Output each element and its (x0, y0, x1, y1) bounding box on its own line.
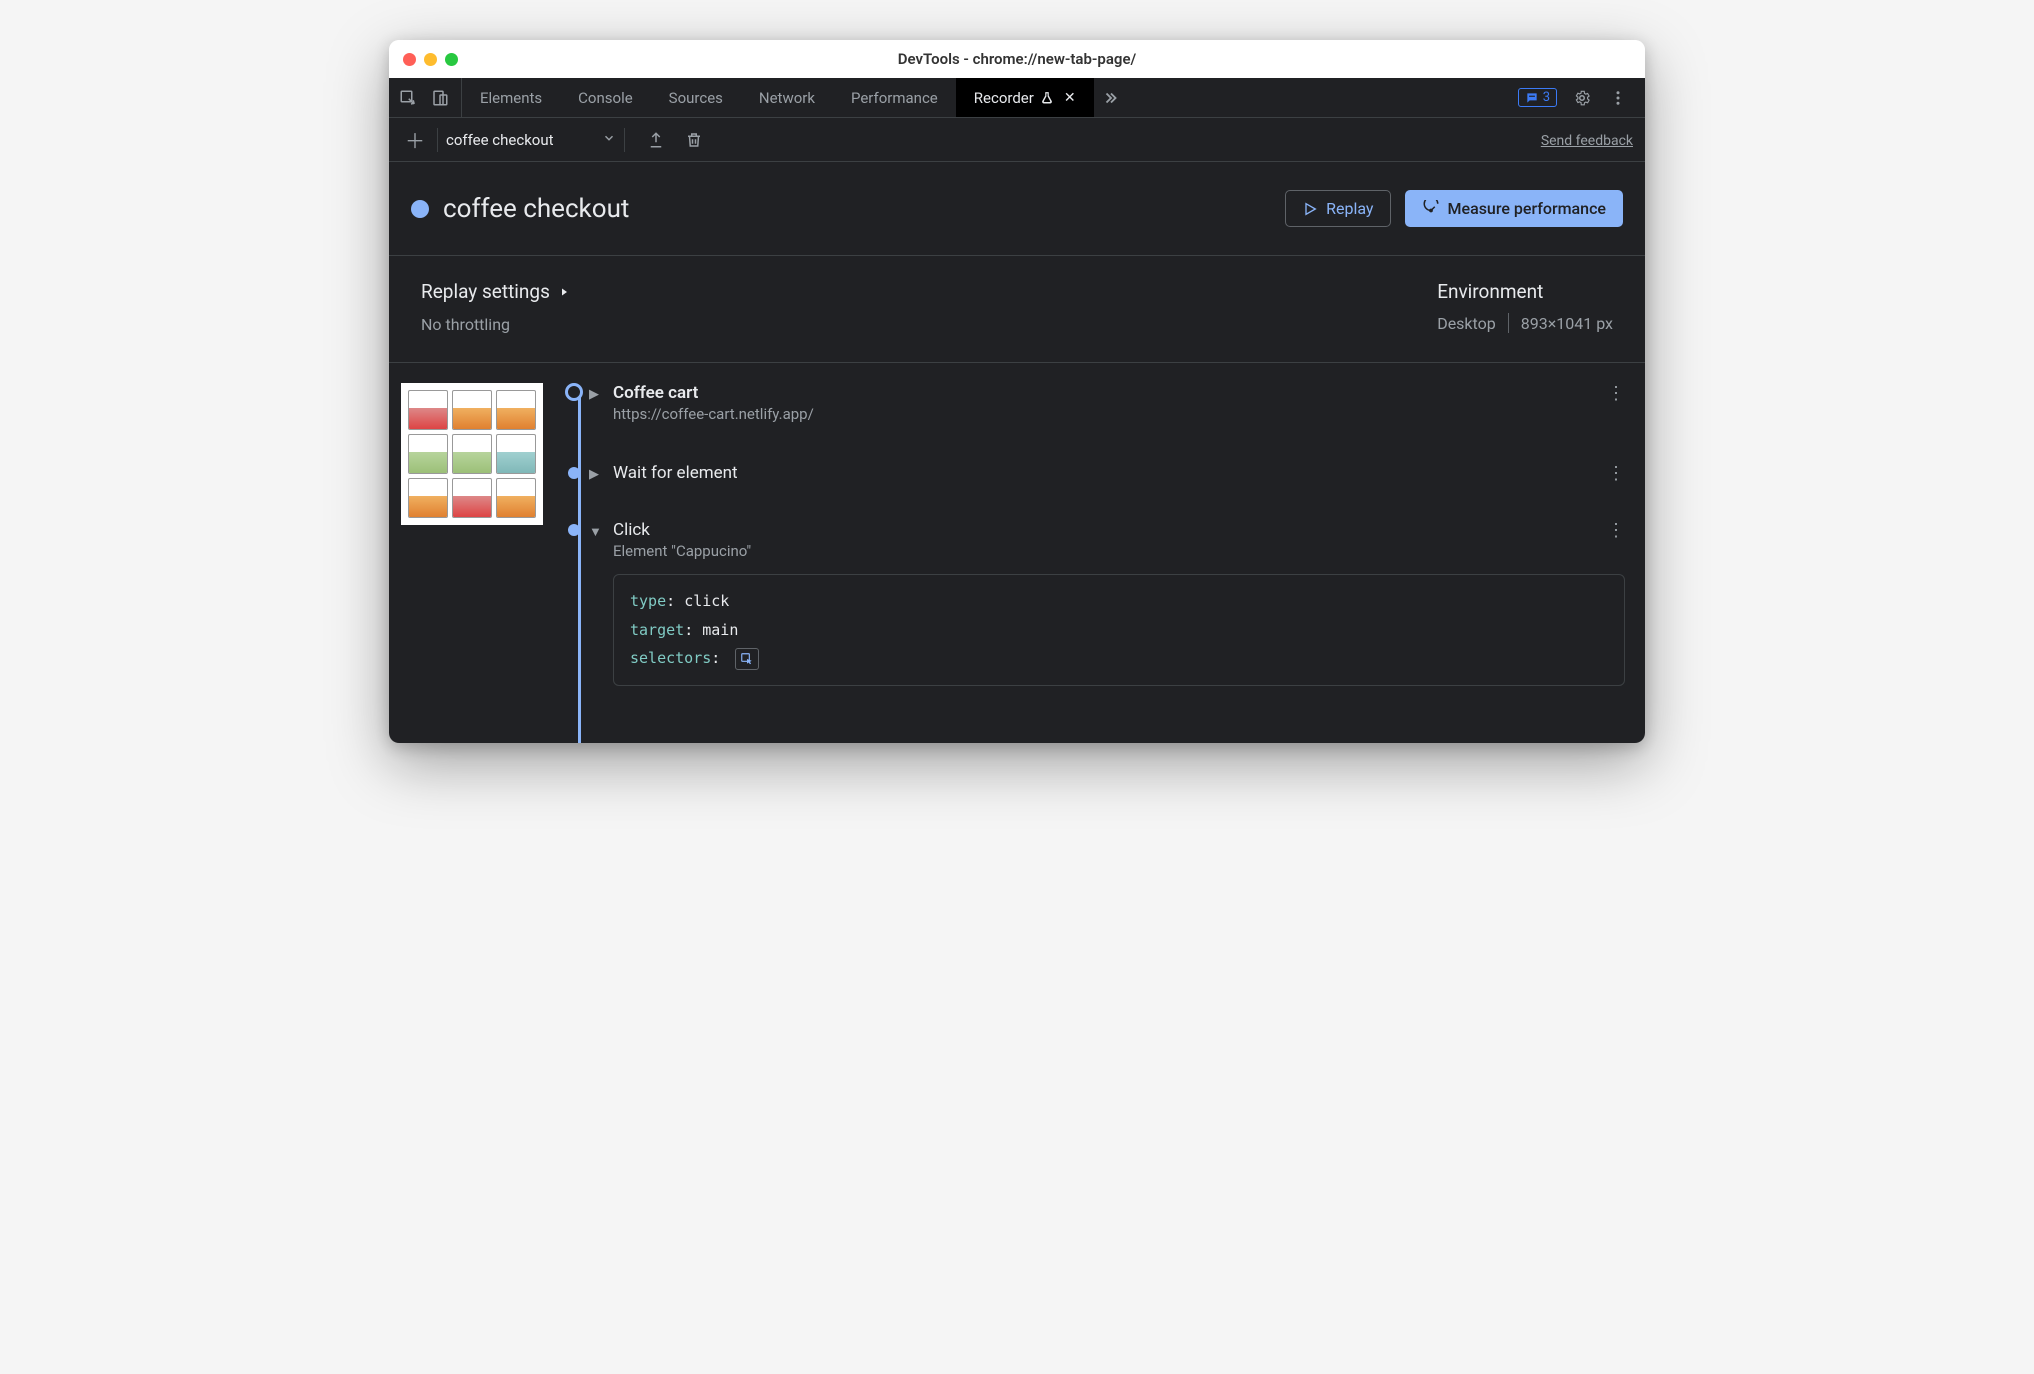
replay-settings: Replay settings No throttling (421, 280, 1437, 334)
toolbar-icons (645, 129, 705, 151)
measure-performance-button[interactable]: Measure performance (1405, 190, 1624, 227)
issues-count: 3 (1543, 90, 1550, 105)
environment-label: Environment (1437, 280, 1613, 303)
recording-select[interactable]: coffee checkout (446, 131, 616, 149)
step-more-icon[interactable]: ⋮ (1607, 520, 1625, 541)
inspect-element-icon[interactable] (397, 87, 419, 109)
code-value: main (702, 621, 738, 639)
step-title: Wait for element (613, 463, 738, 483)
replay-button[interactable]: Replay (1285, 190, 1390, 227)
step-title: Click (613, 520, 751, 540)
step-detail: Element "Cappucino" (613, 542, 751, 560)
chevron-down-icon (602, 131, 616, 149)
tabbar: Elements Console Sources Network Perform… (389, 78, 1645, 118)
expand-caret-icon[interactable]: ▶ (589, 387, 603, 402)
gauge-icon (1422, 200, 1440, 218)
delete-icon[interactable] (683, 129, 705, 151)
steps-area: ▶ Coffee cart https://coffee-cart.netlif… (389, 363, 1645, 743)
tab-console[interactable]: Console (560, 78, 651, 117)
replay-settings-header[interactable]: Replay settings (421, 280, 1437, 303)
tab-label: Performance (851, 89, 938, 107)
header-actions: Replay Measure performance (1285, 190, 1623, 227)
code-key: selectors (630, 649, 711, 667)
issues-badge[interactable]: 3 (1518, 88, 1557, 107)
divider (437, 128, 438, 152)
window-title: DevTools - chrome://new-tab-page/ (389, 50, 1645, 68)
code-key: type (630, 592, 666, 610)
tab-label: Console (578, 89, 633, 107)
settings-row: Replay settings No throttling Environmen… (389, 256, 1645, 363)
tab-network[interactable]: Network (741, 78, 833, 117)
tabbar-right: 3 (1518, 87, 1637, 109)
code-value: click (684, 592, 729, 610)
screenshot-thumbnail[interactable] (401, 383, 543, 525)
tab-label: Sources (669, 89, 723, 107)
send-feedback-link[interactable]: Send feedback (1541, 133, 1633, 149)
divider (1508, 313, 1509, 333)
step-more-icon[interactable]: ⋮ (1607, 383, 1625, 404)
collapse-caret-icon[interactable]: ▼ (589, 524, 603, 540)
code-key: target (630, 621, 684, 639)
close-tab-icon[interactable]: ✕ (1064, 90, 1076, 106)
environment: Environment Desktop 893×1041 px (1437, 280, 1613, 334)
step-click: ▼ Click Element "Cappucino" ⋮ type: clic… (589, 520, 1625, 686)
step-title: Coffee cart (613, 383, 814, 403)
tab-sources[interactable]: Sources (651, 78, 741, 117)
throttling-value: No throttling (421, 315, 1437, 334)
message-icon (1525, 91, 1539, 105)
tab-label: Network (759, 89, 815, 107)
more-tabs-icon[interactable] (1100, 87, 1122, 109)
step-marker-icon (565, 383, 583, 401)
status-dot-icon (411, 200, 429, 218)
environment-values: Desktop 893×1041 px (1437, 313, 1613, 333)
chevron-right-icon (558, 280, 570, 303)
tab-label: Elements (480, 89, 542, 107)
step-more-icon[interactable]: ⋮ (1607, 463, 1625, 484)
step-initial: ▶ Coffee cart https://coffee-cart.netlif… (589, 383, 1625, 423)
replay-settings-label: Replay settings (421, 280, 550, 303)
device-value: Desktop (1437, 314, 1496, 333)
tabs: Elements Console Sources Network Perform… (462, 78, 1094, 117)
settings-gear-icon[interactable] (1571, 87, 1593, 109)
measure-label: Measure performance (1448, 199, 1607, 218)
select-element-icon[interactable] (735, 648, 759, 670)
tab-performance[interactable]: Performance (833, 78, 956, 117)
replay-label: Replay (1326, 199, 1373, 218)
step-url: https://coffee-cart.netlify.app/ (613, 405, 814, 423)
devtools-panel: Elements Console Sources Network Perform… (389, 78, 1645, 743)
timeline: ▶ Coffee cart https://coffee-cart.netlif… (561, 383, 1633, 743)
kebab-menu-icon[interactable] (1607, 87, 1629, 109)
step-wait: ▶ Wait for element ⋮ (589, 463, 1625, 484)
play-icon (1302, 201, 1318, 217)
new-recording-button[interactable]: ＋ (401, 125, 429, 154)
expand-caret-icon[interactable]: ▶ (589, 467, 603, 482)
tab-recorder[interactable]: Recorder ✕ (956, 78, 1094, 117)
recording-title: coffee checkout (443, 194, 629, 224)
recording-header: coffee checkout Replay Measure performan… (389, 162, 1645, 256)
toolbar-right: Send feedback (1541, 130, 1633, 149)
recording-name: coffee checkout (446, 131, 554, 149)
tabbar-left (397, 78, 462, 117)
divider (624, 128, 625, 152)
step-marker-icon (568, 524, 580, 536)
device-toolbar-icon[interactable] (429, 87, 451, 109)
tab-elements[interactable]: Elements (462, 78, 560, 117)
devtools-window: DevTools - chrome://new-tab-page/ Elemen… (389, 40, 1645, 743)
viewport-value: 893×1041 px (1521, 314, 1613, 333)
export-icon[interactable] (645, 129, 667, 151)
recorder-toolbar: ＋ coffee checkout Send feedback (389, 118, 1645, 162)
step-code: type: click target: main selectors: (613, 574, 1625, 686)
titlebar: DevTools - chrome://new-tab-page/ (389, 40, 1645, 78)
beaker-icon (1040, 91, 1054, 105)
step-marker-icon (568, 467, 580, 479)
tab-label: Recorder (974, 89, 1034, 107)
timeline-line (578, 395, 581, 743)
